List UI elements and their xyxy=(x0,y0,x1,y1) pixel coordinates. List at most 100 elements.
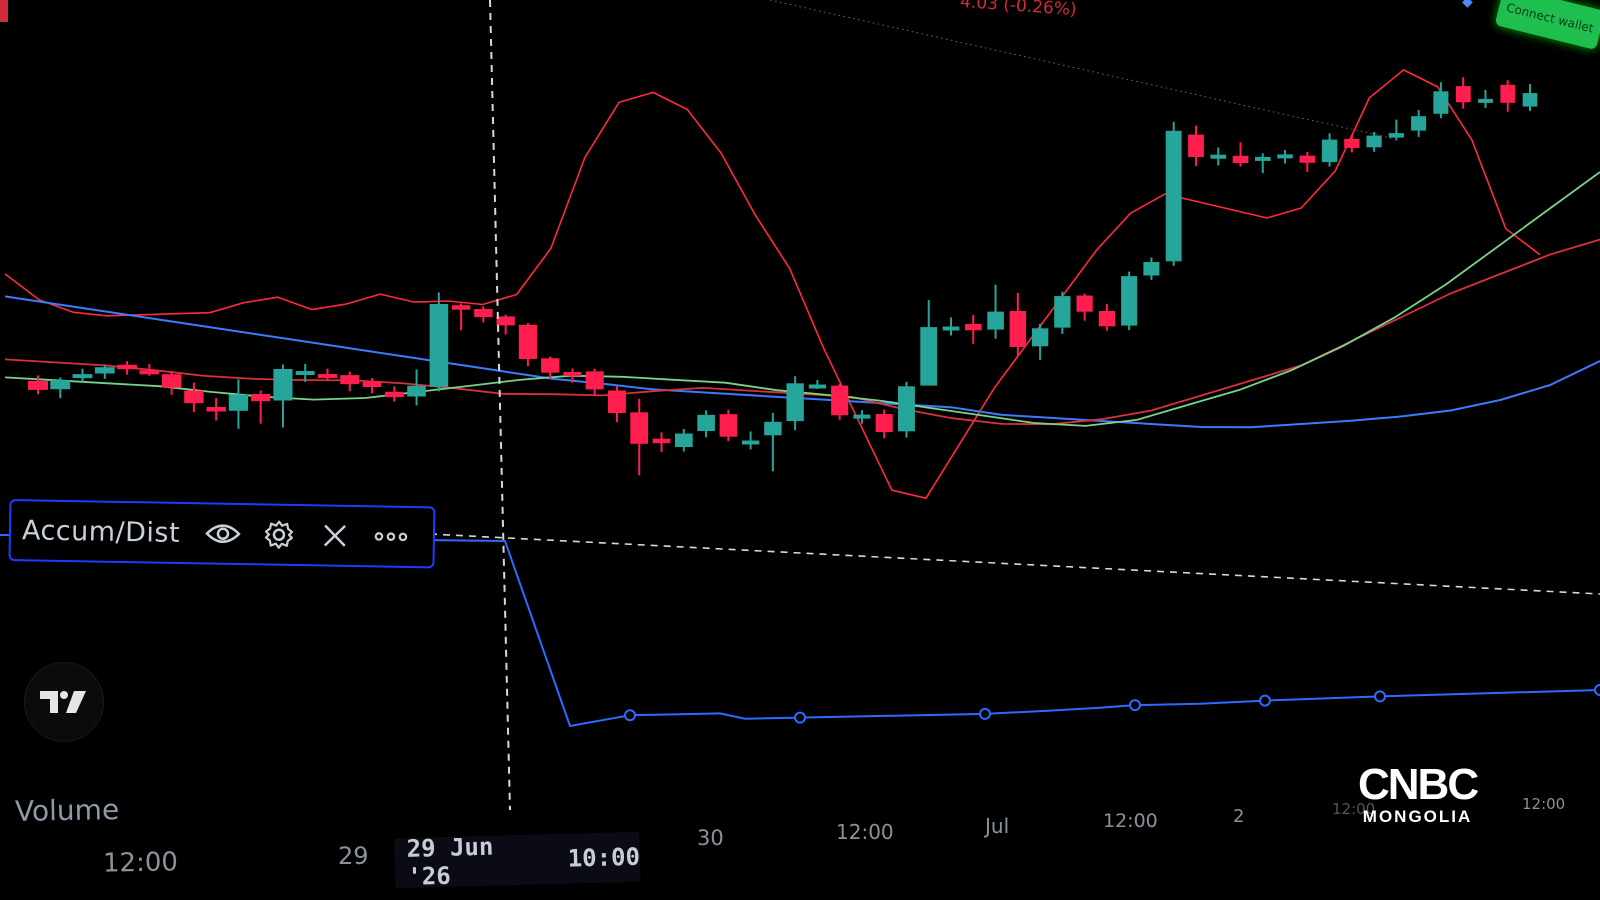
candle-body xyxy=(1076,295,1093,312)
cursor-date: 29 Jun '26 xyxy=(406,832,494,891)
candle-body xyxy=(161,374,182,388)
candle-body xyxy=(831,385,849,416)
candle-body xyxy=(563,372,582,376)
brand-top: CNBC xyxy=(1358,760,1479,809)
accum-dist-marker xyxy=(1374,690,1386,703)
candle-body xyxy=(1344,138,1360,148)
candle-body xyxy=(117,364,137,370)
candle-body xyxy=(50,380,71,390)
candle-body xyxy=(1188,134,1204,158)
accum-dist-marker xyxy=(794,711,806,724)
candle-body xyxy=(1232,155,1249,163)
candle-body xyxy=(384,391,404,398)
candle-body xyxy=(1411,116,1427,131)
candle-body xyxy=(28,380,48,390)
candle-body xyxy=(273,369,293,401)
candle-body xyxy=(965,324,982,331)
time-axis-label: 30 xyxy=(697,826,724,850)
candle-body xyxy=(541,358,560,373)
candle-body xyxy=(340,375,360,385)
candle-body xyxy=(429,304,449,387)
candle-body xyxy=(1054,296,1071,328)
time-axis-label: 12:00 xyxy=(1522,795,1566,813)
accum-dist-marker xyxy=(979,707,991,720)
time-axis-label: 2 xyxy=(1233,806,1245,827)
candle-body xyxy=(295,371,315,375)
candle-body xyxy=(764,421,782,436)
candle-body xyxy=(697,414,715,431)
candle-body xyxy=(942,326,960,331)
candle-body xyxy=(853,414,871,419)
candle-body xyxy=(920,327,938,386)
candle-body xyxy=(1455,86,1471,103)
candle-body xyxy=(675,433,693,447)
candle-body xyxy=(407,385,426,397)
candle-body xyxy=(362,381,382,387)
candle-body xyxy=(987,311,1004,330)
more-options-icon[interactable] xyxy=(370,515,413,558)
candle-body xyxy=(1299,155,1315,163)
candle-body xyxy=(496,316,515,326)
tradingview-logo[interactable] xyxy=(24,662,104,742)
accum-dist-marker xyxy=(1594,684,1600,696)
candles xyxy=(28,77,1538,476)
time-axis-label: 12:00 xyxy=(102,847,179,879)
candle-body xyxy=(1009,311,1027,347)
indicator-legend[interactable]: Accum/Dist xyxy=(8,499,436,569)
candle-body xyxy=(875,414,893,432)
candle-body xyxy=(1522,93,1538,107)
candle-body xyxy=(228,394,249,411)
eye-icon[interactable] xyxy=(202,512,245,555)
candle-body xyxy=(652,438,671,444)
candle-body xyxy=(1500,84,1516,103)
crosshair-vertical xyxy=(489,0,511,811)
candle-body xyxy=(1478,98,1493,103)
trend-line xyxy=(769,0,1401,141)
candle-body xyxy=(1210,154,1227,159)
close-icon[interactable] xyxy=(314,514,357,557)
candle-body xyxy=(786,383,804,422)
volume-label[interactable]: Volume xyxy=(15,793,120,828)
candle-body xyxy=(474,309,493,318)
cnbc-mongolia-logo: CNBC MONGOLIA xyxy=(1358,760,1479,827)
candle-body xyxy=(94,367,115,374)
candle-body xyxy=(1433,91,1449,114)
cursor-time: 10:00 xyxy=(567,842,641,873)
crosshair-horizontal xyxy=(429,533,1600,595)
candle-body xyxy=(1366,135,1382,148)
time-axis-label: Jul xyxy=(985,814,1010,838)
candle-body xyxy=(1165,130,1182,262)
candle-body xyxy=(741,440,760,445)
accum-dist-marker xyxy=(1259,694,1271,707)
candle-body xyxy=(206,407,226,412)
crosshair-time-label: 29 Jun '26 10:00 xyxy=(394,831,641,891)
accum-dist-marker xyxy=(624,709,636,722)
candle-body xyxy=(184,390,204,404)
gear-icon[interactable] xyxy=(258,513,301,556)
candle-body xyxy=(1031,328,1049,347)
candle-body xyxy=(251,394,271,402)
time-axis-label: 29 xyxy=(338,842,369,870)
candle-body xyxy=(1143,262,1160,276)
candle-body xyxy=(518,324,537,359)
candle-body xyxy=(630,412,649,444)
candle-body xyxy=(1388,133,1404,138)
candle-body xyxy=(139,370,160,375)
candle-body xyxy=(318,374,337,378)
candle-body xyxy=(898,386,915,432)
accum-dist-marker xyxy=(1129,699,1141,712)
candle-body xyxy=(1255,156,1271,161)
candle-body xyxy=(808,384,826,389)
diamond-icon[interactable]: ◆ xyxy=(1462,0,1478,10)
candle-body xyxy=(72,374,93,379)
candle-body xyxy=(608,390,626,413)
candle-body xyxy=(585,371,604,390)
candle-body xyxy=(1098,311,1115,327)
price-scale-marker xyxy=(0,0,8,22)
candle-body xyxy=(1321,139,1338,163)
candle-body xyxy=(1121,276,1138,326)
brand-bottom: MONGOLIA xyxy=(1362,807,1473,826)
time-axis-label: 12:00 xyxy=(1103,810,1158,832)
candle-body xyxy=(1277,154,1293,159)
indicator-title: Accum/Dist xyxy=(21,514,181,549)
